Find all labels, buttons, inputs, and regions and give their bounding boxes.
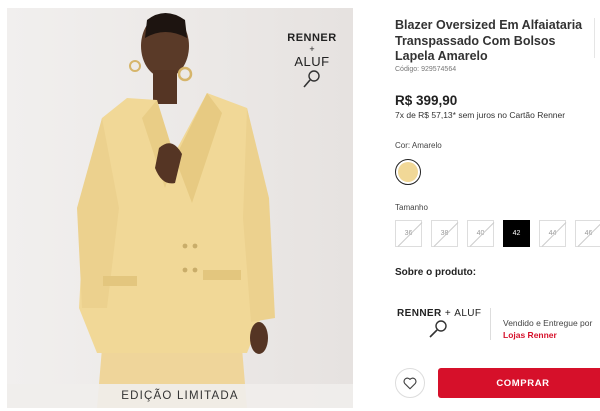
product-sku: Código: 929574564 xyxy=(395,66,457,73)
installments-text: 7x de R$ 57,13* sem juros no Cartão Renn… xyxy=(395,110,566,120)
swatch-fill xyxy=(398,162,418,182)
earring-right xyxy=(177,66,193,82)
seller-divider xyxy=(490,308,491,340)
blazer-button xyxy=(192,267,198,273)
badge-plus: + xyxy=(309,44,315,54)
product-image[interactable]: RENNER + ALUF EDIÇÃO LIMITADA xyxy=(7,8,353,408)
product-title: Blazer Oversized Em Alfaiataria Transpas… xyxy=(395,18,583,63)
size-option[interactable]: 46 xyxy=(575,220,600,247)
model-neck xyxy=(153,70,177,104)
blazer-button xyxy=(182,267,188,273)
logo-aluf: ALUF xyxy=(454,308,482,319)
size-option[interactable]: 38 xyxy=(431,220,458,247)
magnifier-logo-icon xyxy=(303,70,320,88)
favorite-button[interactable] xyxy=(395,368,425,398)
color-label: Cor: Amarelo xyxy=(395,141,442,150)
size-option-selected[interactable]: 42 xyxy=(503,220,530,247)
badge-renner: RENNER xyxy=(287,32,337,44)
scroll-edge xyxy=(594,18,595,58)
collab-logo: RENNER + ALUF xyxy=(397,308,487,344)
sold-by-label: Vendido e Entregue por xyxy=(503,318,593,328)
heart-icon xyxy=(403,377,417,389)
size-selector: 36 38 40 42 44 46 xyxy=(395,220,600,247)
magnifier-logo-icon xyxy=(429,320,447,338)
blazer-pocket-right xyxy=(203,270,241,280)
size-option[interactable]: 44 xyxy=(539,220,566,247)
product-price: R$ 399,90 xyxy=(395,93,458,108)
logo-renner: RENNER xyxy=(397,308,442,319)
size-label: Tamanho xyxy=(395,203,428,212)
about-heading: Sobre o produto: xyxy=(395,267,477,278)
store-name[interactable]: Lojas Renner xyxy=(503,329,592,341)
badge-aluf: ALUF xyxy=(294,54,330,69)
blazer-pocket-left xyxy=(103,276,137,286)
limited-edition-banner: EDIÇÃO LIMITADA xyxy=(7,384,353,408)
size-option[interactable]: 36 xyxy=(395,220,422,247)
collab-badge: RENNER + ALUF xyxy=(277,32,347,94)
color-swatch-amarelo[interactable] xyxy=(395,159,421,185)
buy-button[interactable]: COMPRAR xyxy=(438,368,600,398)
earring-left xyxy=(129,60,141,72)
blazer-button xyxy=(182,243,188,249)
size-option[interactable]: 40 xyxy=(467,220,494,247)
model-hand-side xyxy=(250,322,268,354)
seller-info: Vendido e Entregue por Lojas Renner xyxy=(503,317,592,341)
blazer-button xyxy=(192,243,198,249)
logo-plus: + xyxy=(444,308,452,319)
